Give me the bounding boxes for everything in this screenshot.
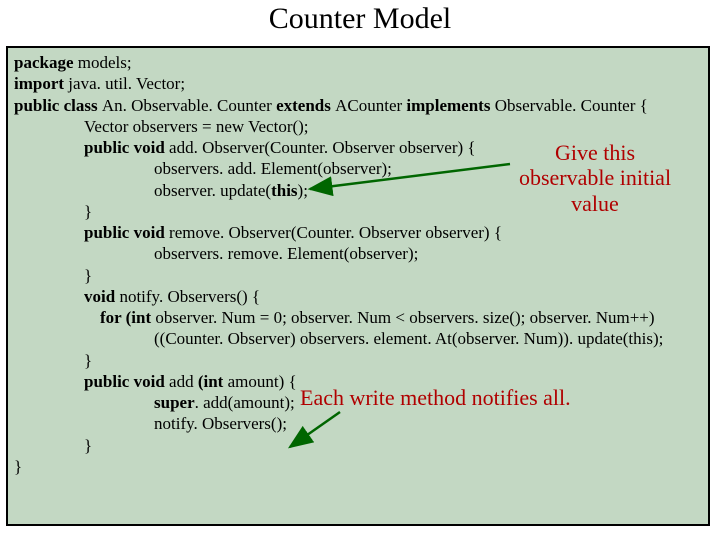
code-line: public void remove. Observer(Counter. Ob… xyxy=(84,222,702,243)
code-line: Vector observers = new Vector(); xyxy=(84,116,702,137)
code-line: } xyxy=(14,456,702,477)
code-line: observers. remove. Element(observer); xyxy=(154,243,702,264)
code-line: } xyxy=(84,435,702,456)
annotation-each-write: Each write method notifies all. xyxy=(300,385,571,410)
code-line: void notify. Observers() { xyxy=(84,286,702,307)
code-line: public class An. Observable. Counter ext… xyxy=(14,95,702,116)
code-line: for (int observer. Num = 0; observer. Nu… xyxy=(100,307,702,328)
annotation-give-initial: Give this observable initial value xyxy=(500,140,690,216)
code-line: package models; xyxy=(14,52,702,73)
slide-title: Counter Model xyxy=(0,2,720,36)
code-line: } xyxy=(84,350,702,371)
code-panel: package models; import java. util. Vecto… xyxy=(6,46,710,526)
code-line: } xyxy=(84,265,702,286)
code-line: import java. util. Vector; xyxy=(14,73,702,94)
code-line: notify. Observers(); xyxy=(154,413,702,434)
code-line: ((Counter. Observer) observers. element.… xyxy=(154,328,702,349)
